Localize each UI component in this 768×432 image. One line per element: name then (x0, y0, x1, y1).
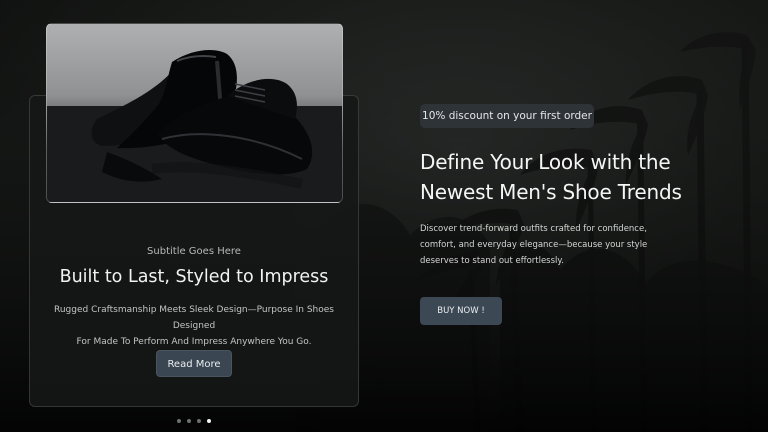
card-description: Rugged Craftsmanship Meets Sleek Design—… (40, 302, 348, 350)
carousel-dot-2[interactable] (187, 419, 191, 423)
hero-description-line-2: comfort, and everyday elegance—because y… (420, 240, 648, 250)
hero-description: Discover trend-forward outfits crafted f… (420, 221, 690, 269)
hero-description-line-1: Discover trend-forward outfits crafted f… (420, 224, 647, 234)
carousel-dot-4-active[interactable] (207, 419, 211, 423)
hero-headline-line-2: Newest Men's Shoe Trends (420, 180, 682, 204)
card-title: Built to Last, Styled to Impress (59, 267, 329, 287)
card-description-line-2: For Made To Perform And Impress Anywhere… (76, 337, 312, 347)
product-image (46, 23, 343, 203)
hero-description-line-3: deserves to stand out effortlessly. (420, 256, 564, 266)
read-more-button[interactable]: Read More (156, 350, 232, 377)
hero-headline-line-1: Define Your Look with the (420, 150, 671, 174)
carousel-dot-1[interactable] (177, 419, 181, 423)
card-description-line-1: Rugged Craftsmanship Meets Sleek Design—… (54, 305, 334, 331)
shoe-icon (47, 50, 342, 202)
hero-headline: Define Your Look with the Newest Men's S… (420, 147, 750, 207)
discount-badge: 10% discount on your first order (420, 104, 594, 128)
buy-now-button[interactable]: BUY NOW ! (420, 297, 502, 325)
carousel-indicators (177, 419, 217, 425)
carousel-dot-3[interactable] (197, 419, 201, 423)
card-subtitle: Subtitle Goes Here (147, 246, 241, 257)
hero-section: Subtitle Goes Here Built to Last, Styled… (0, 0, 768, 432)
